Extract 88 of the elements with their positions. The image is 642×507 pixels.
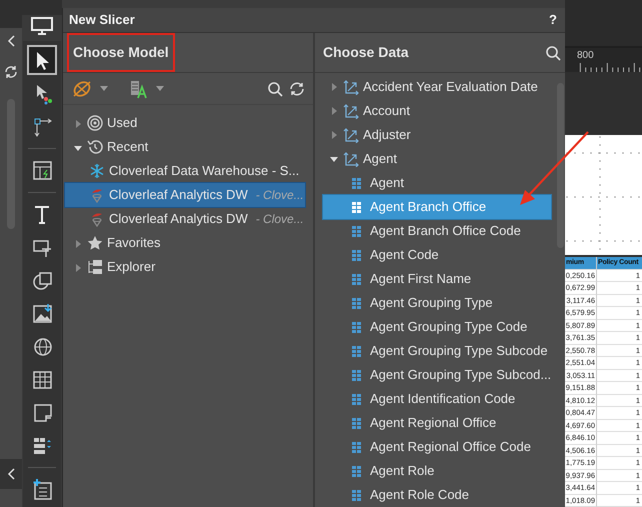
- attribute-item[interactable]: Agent First Name: [323, 267, 552, 291]
- snowflake-icon: [89, 163, 105, 179]
- attribute-icon: [352, 416, 361, 430]
- attribute-item[interactable]: Agent: [323, 171, 552, 195]
- attribute-item[interactable]: Agent Branch Office Code: [323, 219, 552, 243]
- attribute-icon: [352, 272, 361, 286]
- attribute-item[interactable]: Agent Role Code: [323, 483, 552, 507]
- attribute-name: Agent Role: [370, 462, 434, 480]
- tree-item[interactable]: Favorites: [107, 233, 160, 253]
- monitor-icon[interactable]: [31, 17, 53, 35]
- tree-item[interactable]: Recent: [107, 137, 148, 157]
- attribute-name: Agent Grouping Type Subcod...: [370, 366, 552, 384]
- attribute-item[interactable]: Agent Code: [323, 243, 552, 267]
- chevron-left-icon[interactable]: [7, 34, 15, 47]
- attribute-name: Agent Identification Code: [370, 390, 516, 408]
- model-item[interactable]: Cloverleaf Analytics DW - Clove...: [65, 183, 305, 207]
- model-detail: - Clove...: [256, 211, 304, 228]
- pane-title: Choose Data: [323, 43, 409, 62]
- attribute-name: Agent Grouping Type Code: [370, 318, 528, 336]
- add-table-icon: [30, 478, 54, 500]
- attribute-name: Agent Grouping Type: [370, 294, 493, 312]
- attribute-item[interactable]: Agent Grouping Type Code: [323, 315, 552, 339]
- attribute-icon: [352, 200, 361, 214]
- dimension-item[interactable]: Adjuster: [363, 125, 411, 145]
- attribute-item[interactable]: Agent Regional Office Code: [323, 435, 552, 459]
- attribute-icon: [352, 176, 361, 190]
- attribute-name: Agent Branch Office Code: [370, 222, 521, 240]
- pane-title: Choose Model: [67, 33, 175, 72]
- image-icon: [30, 302, 54, 324]
- tool-button[interactable]: [27, 45, 57, 75]
- attribute-icon: [352, 464, 361, 478]
- model-detail: - Clove...: [256, 187, 304, 204]
- ruler-ticks-icon: [577, 63, 642, 72]
- search-icon[interactable]: [545, 44, 562, 60]
- attribute-name: Agent Regional Office Code: [370, 438, 531, 456]
- target-icon: [87, 115, 103, 131]
- model-name: Cloverleaf Data Warehouse - S...: [109, 162, 300, 180]
- data-source-icon[interactable]: [129, 78, 149, 98]
- refresh-icon[interactable]: [4, 65, 18, 80]
- attribute-item[interactable]: Agent Grouping Type Subcod...: [323, 363, 552, 387]
- caret-icon[interactable]: [155, 84, 165, 92]
- attribute-icon: [352, 368, 361, 382]
- attribute-icon: [352, 488, 361, 502]
- attribute-name: Agent First Name: [370, 270, 472, 288]
- attribute-item[interactable]: Agent Role: [323, 459, 552, 483]
- dimension-icon: [343, 79, 359, 95]
- attribute-name: Agent Grouping Type Subcode: [370, 342, 548, 360]
- dialog-title: New Slicer: [69, 11, 135, 30]
- attribute-icon: [352, 320, 361, 334]
- attribute-icon: [352, 440, 361, 454]
- star-icon: [87, 235, 103, 251]
- model-item[interactable]: Cloverleaf Analytics DW - Clove...: [65, 207, 305, 231]
- model-name: Cloverleaf Analytics DW: [109, 186, 248, 204]
- attribute-name: Agent: [370, 174, 404, 192]
- attribute-icon: [352, 224, 361, 238]
- attribute-name: Agent Branch Office: [370, 198, 486, 216]
- model-item[interactable]: Cloverleaf Data Warehouse - S...: [65, 159, 305, 183]
- attribute-item[interactable]: Agent Identification Code: [323, 387, 552, 411]
- attribute-icon: [352, 296, 361, 310]
- ruler-label: 800: [577, 49, 595, 63]
- attribute-name: Agent Code: [370, 246, 439, 264]
- history-icon: [87, 139, 103, 155]
- layout-icon: [30, 158, 54, 182]
- tree-item[interactable]: Explorer: [107, 257, 156, 277]
- attribute-icon: [352, 248, 361, 262]
- attribute-name: Agent Regional Office: [370, 414, 496, 432]
- attribute-item[interactable]: Agent Grouping Type Subcode: [323, 339, 552, 363]
- dimension-icon: [343, 103, 359, 119]
- chevron-left-icon[interactable]: [7, 468, 15, 480]
- dimension-item[interactable]: Agent: [363, 149, 397, 169]
- attribute-item[interactable]: Agent Regional Office: [323, 411, 552, 435]
- attribute-icon: [352, 392, 361, 406]
- dimension-item[interactable]: Accident Year Evaluation Date: [363, 77, 538, 97]
- scrollbar-thumb[interactable]: [557, 83, 564, 248]
- search-icon[interactable]: [267, 80, 283, 96]
- dimension-icon: [343, 151, 359, 167]
- attribute-item[interactable]: Agent Grouping Type: [323, 291, 552, 315]
- tree-item[interactable]: Used: [107, 113, 138, 133]
- dimension-icon: [343, 127, 359, 143]
- folder-tree-icon: [87, 259, 103, 275]
- help-button[interactable]: ?: [549, 10, 557, 30]
- dimension-item[interactable]: Account: [363, 101, 410, 121]
- caret-icon[interactable]: [99, 84, 109, 92]
- caret-icon[interactable]: [329, 154, 339, 164]
- attribute-name: Agent Role Code: [370, 486, 470, 504]
- model-name: Cloverleaf Analytics DW: [109, 210, 248, 228]
- attribute-icon: [352, 344, 361, 358]
- refresh-icon[interactable]: [289, 80, 305, 96]
